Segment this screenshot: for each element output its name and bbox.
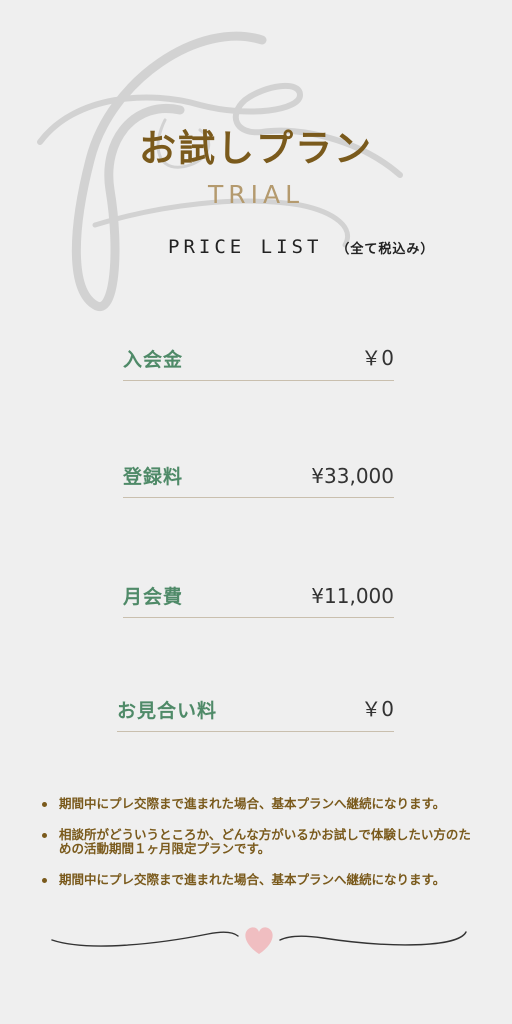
heart-divider-decoration — [51, 927, 467, 954]
note-text: 相談所がどういうところか、どんな方がいるかお試しで体験したい方のための活動期間１… — [59, 827, 471, 856]
divider-right-swash — [279, 931, 467, 946]
note-text: 期間中にプレ交際まで進まれた場合、基本プランへ継続になります。 — [59, 796, 446, 811]
fee-value: ¥11,000 — [311, 584, 394, 608]
divider-left-swash — [51, 931, 239, 947]
fee-row-omiai: お見合い料 ￥0 — [117, 691, 394, 732]
fee-row-registration: 登録料 ¥33,000 — [123, 457, 394, 498]
fee-label: 登録料 — [123, 466, 184, 488]
heart-icon — [245, 927, 273, 954]
fee-row-entry: 入会金 ￥0 — [123, 340, 394, 381]
tax-included-note: （全て税込み） — [336, 242, 435, 257]
fee-label: 月会費 — [123, 586, 184, 608]
fee-label: 入会金 — [123, 349, 184, 371]
notes-list: 期間中にプレ交際まで進まれた場合、基本プランへ継続になります。 相談所がどういう… — [40, 797, 478, 904]
fee-row-monthly: 月会費 ¥11,000 — [123, 577, 394, 618]
bullet-icon — [42, 802, 47, 807]
fee-value: ￥0 — [361, 346, 394, 370]
fee-value: ￥0 — [361, 697, 394, 721]
price-list-label: PRICE LIST — [168, 236, 323, 258]
bullet-icon — [42, 878, 47, 883]
page-title: お試しプラン — [139, 126, 373, 170]
note-item: 相談所がどういうところか、どんな方がいるかお試しで体験したい方のための活動期間１… — [40, 828, 478, 856]
fee-value: ¥33,000 — [311, 464, 394, 488]
price-list-heading: PRICE LIST （全て税込み） — [168, 236, 434, 258]
bullet-icon — [42, 833, 47, 838]
fee-label: お見合い料 — [117, 700, 218, 722]
note-text: 期間中にプレ交際まで進まれた場合、基本プランへ継続になります。 — [59, 872, 446, 887]
page-subtitle: TRIAL — [207, 180, 305, 209]
note-item: 期間中にプレ交際まで進まれた場合、基本プランへ継続になります。 — [40, 797, 478, 811]
note-item: 期間中にプレ交際まで進まれた場合、基本プランへ継続になります。 — [40, 873, 478, 887]
